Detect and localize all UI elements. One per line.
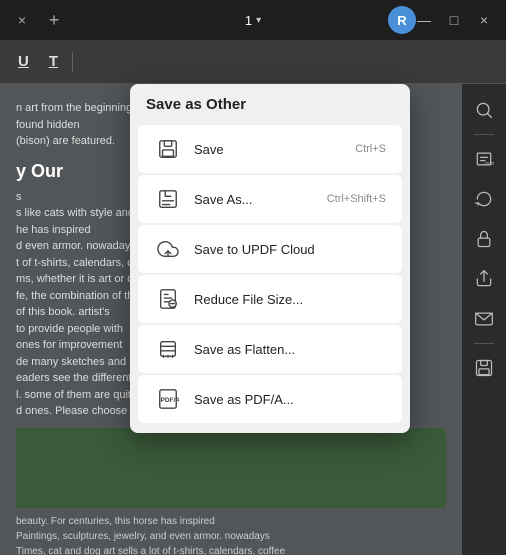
search-icon-button[interactable]: [466, 92, 502, 128]
share-icon: [474, 269, 494, 289]
rotate-icon-button[interactable]: [466, 181, 502, 217]
save-pdfa-menu-icon: PDF/A: [154, 385, 182, 413]
ocr-icon: OCR: [474, 149, 494, 169]
tab-close-button[interactable]: ×: [8, 6, 36, 34]
save-flatten-label: Save as Flatten...: [194, 342, 374, 357]
title-bar: × + 1 ▾ R — □ ×: [0, 0, 506, 40]
close-window-button[interactable]: ×: [470, 6, 498, 34]
save-pdfa-label: Save as PDF/A...: [194, 392, 374, 407]
lock-icon-button[interactable]: [466, 221, 502, 257]
lock-icon: [474, 229, 494, 249]
save-icon-button[interactable]: [466, 350, 502, 386]
toolbar-separator: [72, 52, 73, 72]
minimize-button[interactable]: —: [410, 6, 438, 34]
save-as-shortcut: Ctrl+Shift+S: [327, 193, 386, 205]
save-as-menu-item[interactable]: Save As... Ctrl+Shift+S: [138, 175, 402, 223]
save-shortcut: Ctrl+S: [355, 143, 386, 155]
right-sidebar: OCR: [462, 84, 506, 555]
save-cloud-menu-item[interactable]: Save to UPDF Cloud: [138, 225, 402, 273]
save-as-label: Save As...: [194, 192, 315, 207]
svg-text:OCR: OCR: [485, 161, 494, 166]
svg-text:PDF/A: PDF/A: [161, 397, 179, 404]
doc-caption-2: Paintings, sculptures, jewelry, and even…: [16, 529, 446, 544]
underline-button[interactable]: U: [12, 49, 35, 74]
reduce-size-menu-icon: [154, 285, 182, 313]
title-bar-left: × +: [8, 6, 68, 34]
mail-icon: [474, 309, 494, 329]
save-flatten-menu-icon: [154, 335, 182, 363]
dropdown-title: Save as Other: [130, 96, 410, 123]
toolbar: U T: [0, 40, 506, 84]
text-button[interactable]: T: [43, 49, 64, 74]
save-icon: [474, 358, 494, 378]
sidebar-separator-1: [474, 134, 494, 135]
doc-caption-1: beauty. For centuries, this horse has in…: [16, 514, 446, 529]
rotate-icon: [474, 189, 494, 209]
save-flatten-menu-item[interactable]: Save as Flatten...: [138, 325, 402, 373]
save-cloud-label: Save to UPDF Cloud: [194, 242, 374, 257]
save-menu-item[interactable]: Save Ctrl+S: [138, 125, 402, 173]
window-controls: — □ ×: [410, 6, 498, 34]
save-pdfa-menu-item[interactable]: PDF/A Save as PDF/A...: [138, 375, 402, 423]
page-number: 1: [245, 13, 252, 28]
save-label: Save: [194, 142, 343, 157]
tab-add-button[interactable]: +: [40, 6, 68, 34]
sidebar-separator-2: [474, 343, 494, 344]
reduce-size-menu-item[interactable]: Reduce File Size...: [138, 275, 402, 323]
reduce-size-label: Reduce File Size...: [194, 292, 374, 307]
save-as-menu-icon: [154, 185, 182, 213]
save-cloud-menu-icon: [154, 235, 182, 263]
search-icon: [474, 100, 494, 120]
page-indicator[interactable]: 1 ▾: [245, 13, 261, 28]
mail-icon-button[interactable]: [466, 301, 502, 337]
doc-image: [16, 428, 446, 508]
save-menu-icon: [154, 135, 182, 163]
save-as-other-dropdown: Save as Other Save Ctrl+S Save As... Ctr…: [130, 84, 410, 433]
ocr-icon-button[interactable]: OCR: [466, 141, 502, 177]
share-icon-button[interactable]: [466, 261, 502, 297]
doc-caption-3: Times, cat and dog art sells a lot of t-…: [16, 544, 446, 555]
maximize-button[interactable]: □: [440, 6, 468, 34]
chevron-down-icon: ▾: [256, 15, 261, 26]
